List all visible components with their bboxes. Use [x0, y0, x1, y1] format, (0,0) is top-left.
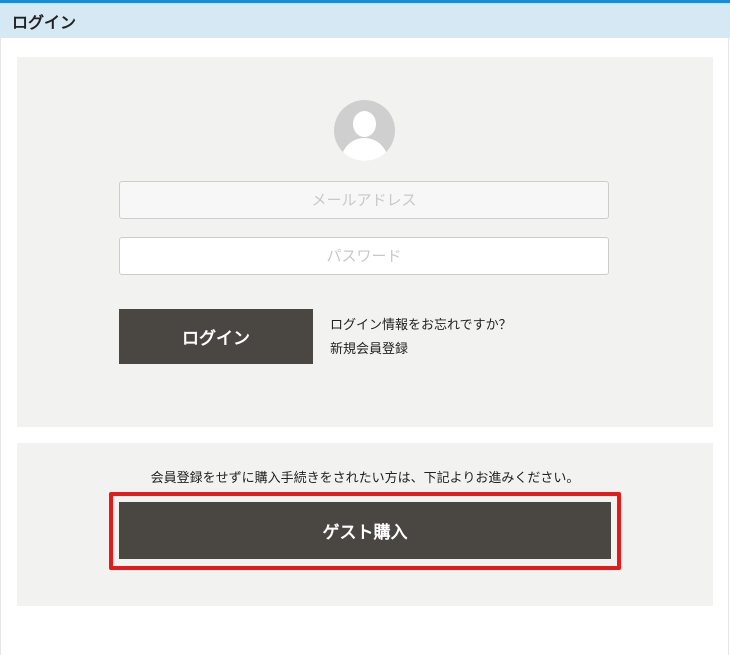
page-header: ログイン — [0, 0, 730, 38]
guest-checkout-description: 会員登録をせずに購入手続きをされたい方は、下記よりお進みください。 — [150, 471, 580, 486]
register-link[interactable]: 新規会員登録 — [330, 338, 408, 357]
avatar-shoulders-shape — [341, 138, 388, 161]
password-field[interactable] — [119, 237, 609, 275]
page-title: ログイン — [12, 13, 77, 32]
login-button[interactable]: ログイン — [119, 309, 313, 364]
avatar-head-shape — [353, 111, 376, 137]
guest-checkout-button[interactable]: ゲスト購入 — [119, 502, 611, 559]
user-avatar-icon — [334, 100, 395, 161]
email-field[interactable] — [119, 181, 609, 219]
forgot-login-link[interactable]: ログイン情報をお忘れですか？ — [330, 314, 512, 333]
